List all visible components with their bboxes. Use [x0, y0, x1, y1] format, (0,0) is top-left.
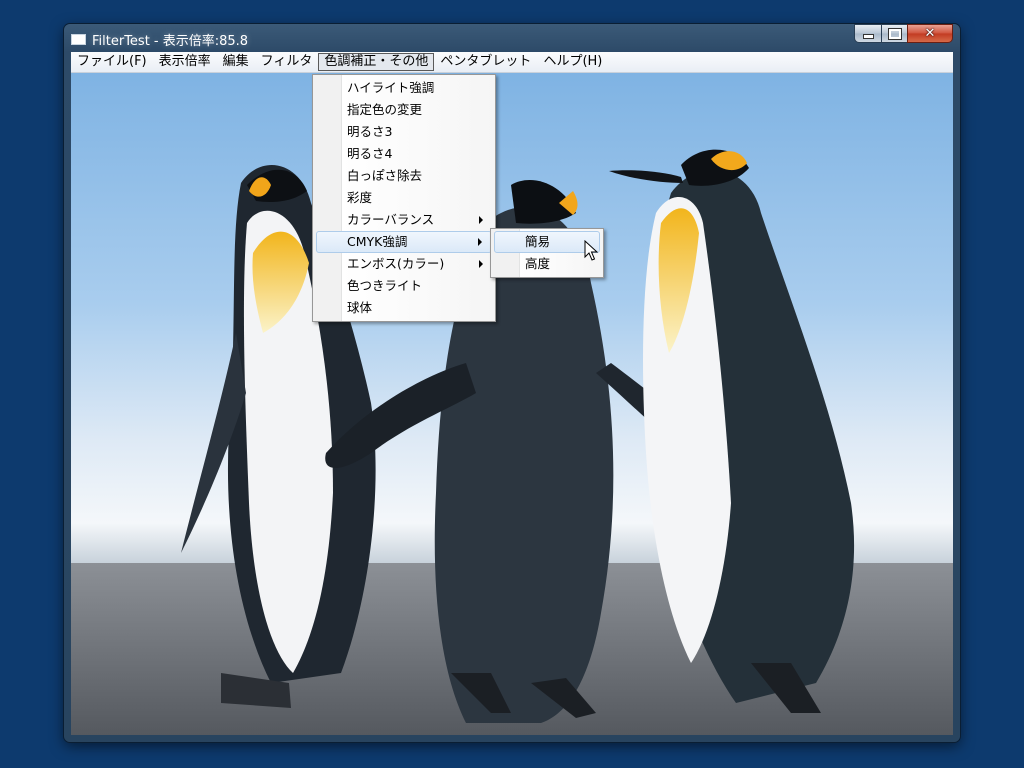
dropdown-item-specified-color-change[interactable]: 指定色の変更 [316, 99, 492, 121]
menu-pen-tablet[interactable]: ペンタブレット [434, 53, 537, 71]
dropdown-item-highlight-enhance[interactable]: ハイライト強調 [316, 77, 492, 99]
submenu-arrow-icon [479, 216, 483, 224]
dropdown-item-brightness4[interactable]: 明るさ4 [316, 143, 492, 165]
image-canvas[interactable] [71, 73, 953, 735]
maximize-icon [887, 27, 902, 40]
close-button[interactable]: ✕ [907, 24, 953, 43]
submenu-arrow-icon [479, 260, 483, 268]
color-adjust-dropdown: ハイライト強調 指定色の変更 明るさ3 明るさ4 白っぽさ除去 彩度 カラーバラ… [312, 74, 496, 322]
dropdown-item-emboss-color[interactable]: エンボス(カラー) [316, 253, 492, 275]
dropdown-item-color-balance[interactable]: カラーバランス [316, 209, 492, 231]
penguins-photo [71, 73, 953, 735]
window-icon[interactable] [71, 34, 86, 45]
menu-bar: ファイル(F) 表示倍率 編集 フィルタ 色調補正・その他 ペンタブレット ヘル… [71, 52, 953, 73]
minimize-button[interactable] [854, 24, 881, 43]
menu-zoom[interactable]: 表示倍率 [153, 53, 217, 71]
dropdown-item-saturation[interactable]: 彩度 [316, 187, 492, 209]
close-icon: ✕ [924, 26, 936, 41]
menu-color-adjust[interactable]: 色調補正・その他 [318, 53, 435, 71]
menu-file[interactable]: ファイル(F) [71, 53, 153, 71]
mouse-pointer-icon [584, 240, 598, 261]
minimize-icon [862, 34, 874, 39]
menu-edit[interactable]: 編集 [217, 53, 255, 71]
dropdown-item-brightness3[interactable]: 明るさ3 [316, 121, 492, 143]
app-window: FilterTest - 表示倍率:85.8 ✕ ファイル(F) 表示倍率 編集… [64, 24, 960, 742]
dropdown-item-whiteness-removal[interactable]: 白っぽさ除去 [316, 165, 492, 187]
maximize-button[interactable] [881, 24, 907, 43]
caption-buttons: ✕ [854, 24, 953, 44]
menu-help[interactable]: ヘルプ(H) [537, 53, 608, 71]
dropdown-item-cmyk-enhance[interactable]: CMYK強調 [316, 231, 492, 253]
dropdown-item-colored-light[interactable]: 色つきライト [316, 275, 492, 297]
title-bar[interactable]: FilterTest - 表示倍率:85.8 ✕ [64, 24, 960, 52]
menu-filter[interactable]: フィルタ [255, 53, 319, 71]
submenu-arrow-icon [478, 238, 482, 246]
window-title: FilterTest - 表示倍率:85.8 [92, 34, 249, 49]
dropdown-item-sphere[interactable]: 球体 [316, 297, 492, 319]
